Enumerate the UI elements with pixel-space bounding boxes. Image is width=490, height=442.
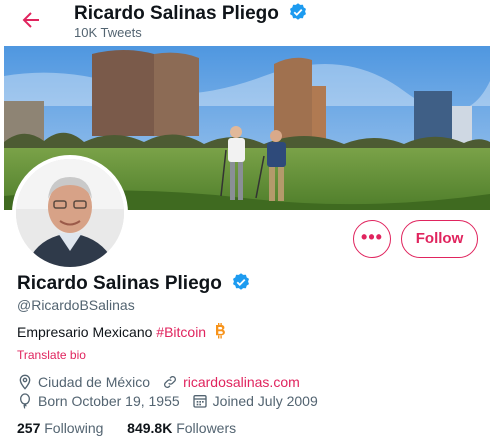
following-label: Following <box>44 420 104 436</box>
calendar-icon <box>192 395 207 408</box>
verified-badge-icon <box>290 3 307 20</box>
follow-stats: 257 Following 849.8K Followers <box>17 420 236 436</box>
avatar[interactable] <box>12 155 128 271</box>
bio-hashtag-link[interactable]: #Bitcoin <box>156 324 206 340</box>
back-arrow-icon[interactable] <box>19 8 47 32</box>
header-name: Ricardo Salinas Pliego <box>74 3 279 24</box>
verified-badge-icon <box>233 273 250 290</box>
location-text: Ciudad de México <box>38 374 151 390</box>
more-options-button[interactable]: ••• <box>353 220 391 258</box>
bitcoin-icon <box>215 323 225 339</box>
followers-link[interactable]: 849.8K Followers <box>127 420 236 436</box>
balloon-icon <box>20 393 30 409</box>
profile-handle: @RicardoBSalinas <box>17 297 135 313</box>
joined-date-text: Joined July 2009 <box>212 393 318 409</box>
followers-label: Followers <box>176 420 237 436</box>
birthday-text: Born October 19, 1955 <box>38 393 180 409</box>
header-title: Ricardo Salinas Pliego <box>74 2 308 25</box>
website-link[interactable]: ricardosalinas.com <box>183 374 300 390</box>
following-link[interactable]: 257 Following <box>17 420 103 436</box>
tweet-count: 10K Tweets <box>74 25 142 40</box>
display-name: Ricardo Salinas Pliego <box>17 273 222 294</box>
bio-text: Empresario Mexicano <box>17 324 157 340</box>
link-icon <box>164 376 177 388</box>
profile-meta-row-1: Ciudad de México ricardosalinas.com <box>17 374 300 390</box>
location-pin-icon <box>19 374 31 390</box>
translate-bio-link[interactable]: Translate bio <box>17 348 86 362</box>
more-options-icon: ••• <box>361 227 383 247</box>
follow-button[interactable]: Follow <box>401 220 478 258</box>
profile-meta-row-2: Born October 19, 1955 Joined July 2009 <box>17 393 318 409</box>
profile-header: Ricardo Salinas Pliego 10K Tweets <box>0 0 490 46</box>
followers-count: 849.8K <box>127 420 173 436</box>
profile-bio: Empresario Mexicano #Bitcoin <box>17 323 227 340</box>
profile-name: Ricardo Salinas Pliego <box>17 272 251 295</box>
following-count: 257 <box>17 420 41 436</box>
